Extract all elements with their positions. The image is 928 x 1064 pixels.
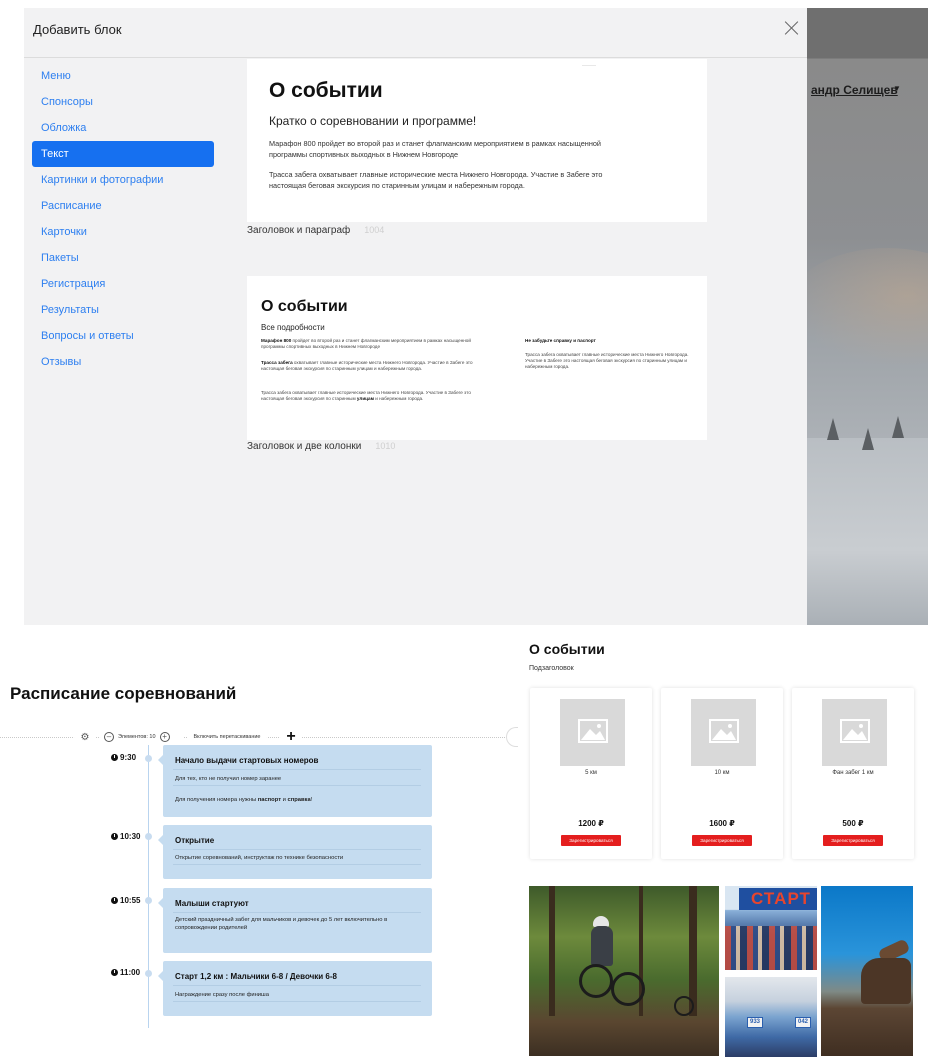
schedule-item-title: Старт 1,2 км : Мальчики 6-8 / Девочки 6-… xyxy=(175,972,337,981)
schedule-time: 9:30 xyxy=(111,753,136,762)
background-tree xyxy=(827,418,839,440)
runner-bib: 933 xyxy=(747,1017,763,1028)
elements-count-label: Элементов: 10 xyxy=(118,734,156,740)
menu-item-images[interactable]: Картинки и фотографии xyxy=(32,167,214,193)
close-icon[interactable] xyxy=(784,20,800,36)
clock-icon xyxy=(111,833,118,840)
preview-heading: О событии xyxy=(261,298,348,315)
menu-item-packages[interactable]: Пакеты xyxy=(32,245,214,271)
menu-item-cards[interactable]: Карточки xyxy=(32,219,214,245)
modal-title: Добавить блок xyxy=(33,22,122,37)
schedule-item-text: Открытие соревнований, инструктаж по тех… xyxy=(175,855,344,861)
template-caption: Заголовок и две колонки 1010 xyxy=(247,441,396,452)
packages-subtitle: Подзаголовок xyxy=(529,665,574,672)
preview-column-heading: Не забудьте справку и паспорт xyxy=(525,338,596,343)
register-button[interactable]: Зарегистрироваться xyxy=(692,835,752,846)
clock-icon xyxy=(111,897,118,904)
register-button[interactable]: Зарегистрироваться xyxy=(823,835,883,846)
schedule-time: 10:55 xyxy=(111,896,140,905)
menu-item-text[interactable]: Текст xyxy=(32,141,214,167)
background-hill xyxy=(807,248,928,368)
photo-runners: 933 042 xyxy=(725,977,817,1057)
image-placeholder-icon xyxy=(822,699,887,766)
plus-icon[interactable]: + xyxy=(159,732,170,742)
timeline-dot xyxy=(145,897,152,904)
template-code: 1010 xyxy=(375,441,396,451)
schedule-title: Расписание соревнований xyxy=(10,684,237,703)
preview-paragraph: Марафон 800 пройдет во второй раз и стан… xyxy=(269,139,601,159)
preview-heading: О событии xyxy=(269,79,383,102)
menu-item-schedule[interactable]: Расписание xyxy=(32,193,214,219)
photo-mud-race xyxy=(821,886,913,1056)
template-caption: Заголовок и параграф 1004 xyxy=(247,225,385,236)
schedule-item[interactable]: Открытие Открытие соревнований, инструкт… xyxy=(158,825,432,879)
template-preview-heading-paragraph[interactable]: О событии Кратко о соревновании и програ… xyxy=(247,59,707,222)
preview-paragraph: Трасса забега охватывает главные историч… xyxy=(525,352,689,370)
package-price: 1600 ₽ xyxy=(709,819,735,828)
clock-icon xyxy=(111,969,118,976)
package-name: 5 км xyxy=(585,770,597,776)
clock-icon xyxy=(111,754,118,761)
background-tree xyxy=(892,416,904,438)
menu-item-menu[interactable]: Меню xyxy=(32,63,214,89)
schedule-item[interactable]: Начало выдачи стартовых номеров Для тех,… xyxy=(158,745,432,817)
preview-subheading: Все подробности xyxy=(261,323,325,332)
schedule-time: 10:30 xyxy=(111,832,140,841)
schedule-item-text: Награждение сразу после финиша xyxy=(175,992,269,998)
add-block-modal: Добавить блок Меню Спонсоры Обложка Текс… xyxy=(24,8,807,625)
runner-bib: 042 xyxy=(795,1017,811,1028)
timeline-dot xyxy=(145,833,152,840)
preview-paragraph: Трасса забега охватывает главные историч… xyxy=(261,390,471,402)
menu-item-registration[interactable]: Регистрация xyxy=(32,271,214,297)
package-price: 500 ₽ xyxy=(842,819,864,828)
packages-title: О событии xyxy=(529,641,605,657)
menu-item-reviews[interactable]: Отзывы xyxy=(32,349,214,375)
preview-paragraph: Трасса забега охватывает главные историч… xyxy=(261,360,473,372)
schedule-item-title: Открытие xyxy=(175,836,215,845)
background-snow xyxy=(807,438,928,625)
package-card: 10 км 1600 ₽ Зарегистрироваться xyxy=(661,688,783,859)
register-button[interactable]: Зарегистрироваться xyxy=(561,835,621,846)
package-name: 10 км xyxy=(714,770,730,776)
package-price: 1200 ₽ xyxy=(578,819,604,828)
schedule-item[interactable]: Малыши стартуют Детский праздничный забе… xyxy=(158,888,432,953)
toolbar-edge-button[interactable] xyxy=(506,727,518,747)
schedule-item-title: Малыши стартуют xyxy=(175,899,249,908)
schedule-item[interactable]: Старт 1,2 км : Мальчики 6-8 / Девочки 6-… xyxy=(158,961,432,1016)
preview-paragraph: Марафон 800 пройдет во второй раз и стан… xyxy=(261,338,471,350)
background-tree xyxy=(862,428,874,450)
package-card: Фан забег 1 км 500 ₽ Зарегистрироваться xyxy=(792,688,914,859)
minus-icon[interactable]: – xyxy=(104,732,114,742)
chevron-down-icon[interactable]: ▼ xyxy=(893,84,901,93)
package-card: 5 км 1200 ₽ Зарегистрироваться xyxy=(530,688,652,859)
block-category-menu: Меню Спонсоры Обложка Текст Картинки и ф… xyxy=(32,63,214,375)
photo-race-start: СТАРТ xyxy=(725,886,817,970)
schedule-time: 11:00 xyxy=(111,968,140,977)
schedule-item-text: Для тех, кто не получил номер заранее xyxy=(175,776,282,782)
start-banner-text: СТАРТ xyxy=(751,889,811,908)
timeline-line xyxy=(148,745,149,1028)
template-code: 1004 xyxy=(364,225,385,235)
modal-header: Добавить блок xyxy=(24,8,807,58)
image-placeholder-icon xyxy=(560,699,625,766)
image-placeholder-icon xyxy=(691,699,756,766)
menu-item-sponsors[interactable]: Спонсоры xyxy=(32,89,214,115)
background-page xyxy=(807,8,928,625)
menu-item-results[interactable]: Результаты xyxy=(32,297,214,323)
schedule-item-title: Начало выдачи стартовых номеров xyxy=(175,756,319,765)
timeline-dot xyxy=(145,755,152,762)
preview-subheading: Кратко о соревновании и программе! xyxy=(269,114,477,128)
menu-item-cover[interactable]: Обложка xyxy=(32,115,214,141)
gear-icon[interactable]: ⚙ xyxy=(74,726,96,748)
package-name: Фан забег 1 км xyxy=(832,770,874,776)
schedule-item-text: Детский праздничный забег для мальчиков … xyxy=(175,917,388,931)
template-preview-heading-two-columns[interactable]: О событии Все подробности Марафон 800 пр… xyxy=(247,276,707,440)
schedule-item-text: Для получения номера нужны паспорт и спр… xyxy=(175,797,313,803)
preview-paragraph: Трасса забега охватывает главные историч… xyxy=(269,170,603,190)
menu-item-faq[interactable]: Вопросы и ответы xyxy=(32,323,214,349)
timeline-dot xyxy=(145,970,152,977)
user-menu[interactable]: андр Селищев xyxy=(811,83,898,97)
photo-mountain-bike xyxy=(529,886,719,1056)
